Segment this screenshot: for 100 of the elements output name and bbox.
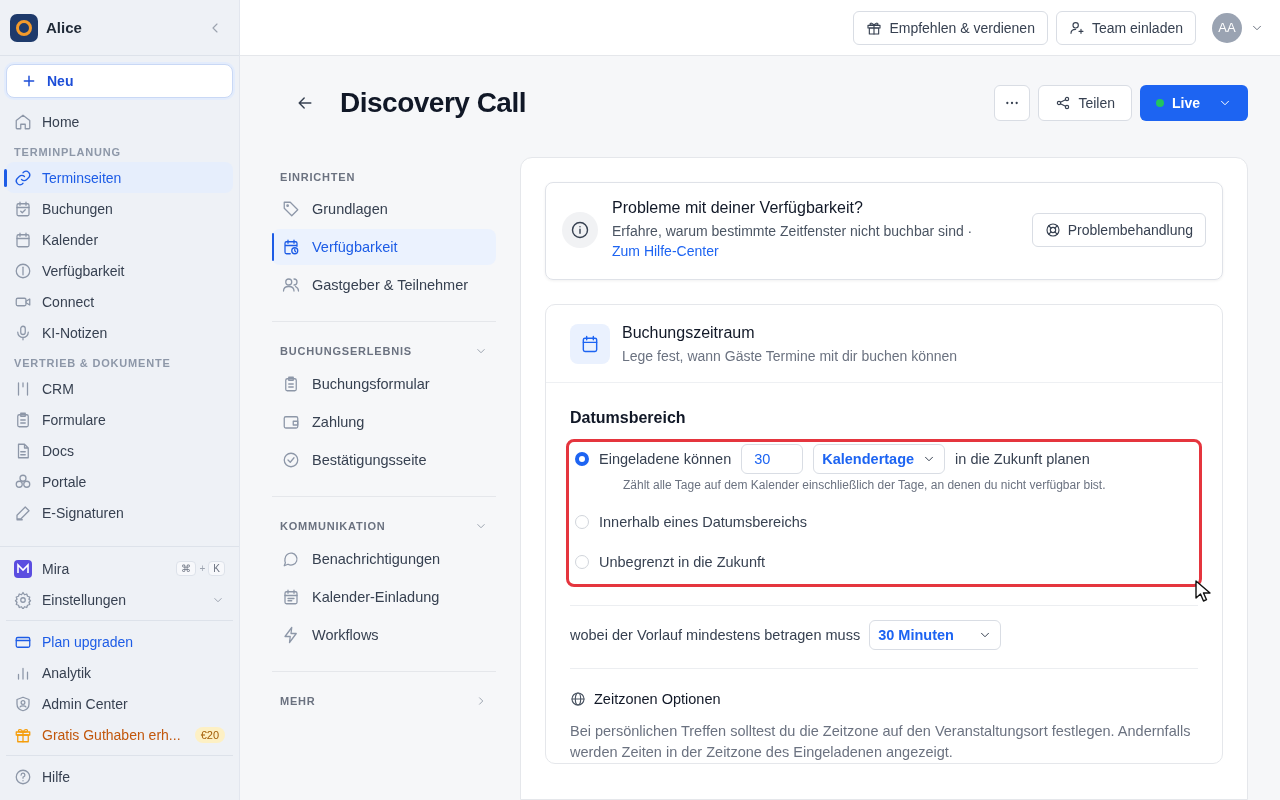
link-icon [14,168,32,187]
shield-user-icon [14,694,32,713]
settings-nav-item[interactable]: Verfügbarkeit [272,229,496,265]
option-label: Unbegrenzt in die Zukunft [599,554,766,570]
option-hint: Zählt alle Tage auf dem Kalender einschließlich der Tage, an denen du nicht verfügbar bist. [622,477,1107,494]
calendar-icon [282,588,300,606]
assistant-logo [14,559,32,578]
item-label: Plan upgraden [42,633,134,650]
sidebar-item[interactable]: Connect [6,286,233,317]
info-icon [570,220,590,240]
plus-sign: + [199,563,206,574]
clipboard-icon [282,375,300,393]
item-label: Admin Center [42,695,128,712]
section-heading: MEHR [280,695,316,707]
calendar-clock-icon [282,238,300,256]
option-label: in die Zukunft planen [955,451,1090,467]
sidebar-item[interactable]: Verfügbarkeit [6,255,233,286]
new-button[interactable]: Neu [6,64,233,98]
unit-dropdown[interactable]: Kalendertage [813,444,946,474]
help-icon [14,767,32,786]
section-title: Datumsbereich [570,409,687,427]
circle-icon [14,261,32,280]
more-button[interactable] [994,85,1031,121]
notice-label: wobei der Vorlauf mindestens betragen muss [570,627,861,643]
option-label: Eingeladene können [599,451,732,467]
notice-dropdown[interactable]: 30 Minuten [869,620,1002,650]
sidebar-item[interactable]: Terminseiten [6,162,233,193]
settings-nav-item[interactable]: Workflows [272,617,496,653]
home-icon [14,112,32,131]
radio-button[interactable] [575,452,589,466]
workspace-logo [10,13,38,42]
option-label: Innerhalb eines Datumsbereichs [599,514,807,530]
calendar-icon [14,230,32,249]
pen-icon [14,503,32,522]
gear-icon [14,590,32,609]
keyboard-key: ⌘ [176,561,197,576]
sidebar-item[interactable]: Docs [6,435,233,466]
settings-nav-item[interactable]: Kalender-Einladung [272,579,496,615]
sidebar-item[interactable]: Portale [6,466,233,497]
workspace-name: Alice [46,19,83,36]
settings-nav-item[interactable]: Grundlagen [272,191,496,227]
credit-badge: €20 [194,726,225,743]
sidebar-item[interactable]: Admin Center [6,688,233,719]
tag-icon [282,200,300,218]
settings-nav-item[interactable]: Gastgeber & Teilnehmer [272,267,496,303]
referral-button[interactable]: Empfehlen & verdienen [853,10,1048,45]
chat-icon [282,550,300,568]
plus-icon [21,73,37,89]
section-title: Zeitzonen Optionen [594,691,721,707]
status-button[interactable]: Live [1140,85,1248,121]
lifebuoy-icon [1044,222,1061,238]
alert-title: Probleme mit deiner Verfügbarkeit? [612,199,864,217]
section-heading: BUCHUNGSERLEBNIS [280,345,412,357]
help-center-link[interactable]: Zum Hilfe-Center [612,243,719,259]
cursor-icon [1195,580,1211,602]
sidebar-item[interactable]: KI-Notizen [6,317,233,348]
timezone-description: Bei persönlichen Treffen solltest du die Zeitzone auf den Veranstaltungsort festlegen. Andernfalls werden Zeiten in der Zeitzone des Eingeladenen angezeigt. [570,722,1192,762]
globe-icon [570,691,586,707]
sidebar-item[interactable]: Kalender [6,224,233,255]
check-circle-icon [282,451,300,469]
settings-nav-item[interactable]: Zahlung [272,404,496,440]
sidebar-item[interactable]: CRM [6,373,233,404]
calendar-icon [580,334,600,354]
clipboard-icon [14,410,32,429]
sidebar-item[interactable]: Buchungen [6,193,233,224]
assistant-label: Mira [42,560,70,577]
troubleshoot-button[interactable]: Problembehandlung [1031,213,1206,247]
card-title: Buchungszeitraum [622,324,756,342]
card-subtitle: Lege fest, wann Gäste Termine mit dir buchen können [622,348,958,364]
share-icon [1055,95,1072,111]
sidebar-item[interactable]: E-Signaturen [6,497,233,528]
section-heading: VERTRIEB & DOKUMENTE [13,356,172,371]
sidebar-item[interactable]: Home [6,106,233,137]
share-button[interactable]: Teilen [1038,85,1132,121]
assistant-item[interactable]: Mira ⌘ + K [6,553,233,584]
days-input[interactable]: 30 [741,444,804,474]
item-label: Gratis Guthaben erh... [42,726,181,743]
settings-nav-item[interactable]: Bestätigungsseite [272,442,496,478]
section-heading: KOMMUNIKATION [280,520,386,532]
sidebar-item[interactable]: Analytik [6,657,233,688]
keyboard-key: K [208,561,225,576]
settings-nav-item[interactable]: Benachrichtigungen [272,541,496,577]
settings-label: Einstellungen [42,591,127,608]
sidebar-item[interactable]: Gratis Guthaben erh... €20 [6,719,233,750]
users-icon [282,276,300,294]
wallet-icon [282,413,300,431]
microphone-icon [14,323,32,342]
section-heading: EINRICHTEN [280,171,356,183]
item-label: Analytik [42,664,92,681]
sidebar-item[interactable]: Plan upgraden [6,626,233,657]
page-title: Discovery Call [340,87,527,119]
help-item[interactable]: Hilfe [6,761,233,792]
section-heading: TERMINPLANUNG [13,145,122,160]
settings-nav-item[interactable]: Buchungsformular [272,366,496,402]
user-plus-icon [1068,19,1085,36]
sidebar-item[interactable]: Formulare [6,404,233,435]
settings-item[interactable]: Einstellungen [6,584,233,615]
invite-button[interactable]: Team einladen [1055,10,1196,45]
lightning-icon [282,626,300,644]
alert-text: Erfahre, warum bestimmte Zeitfenster nicht buchbar sind · Zum Hilfe-Center [612,222,974,261]
